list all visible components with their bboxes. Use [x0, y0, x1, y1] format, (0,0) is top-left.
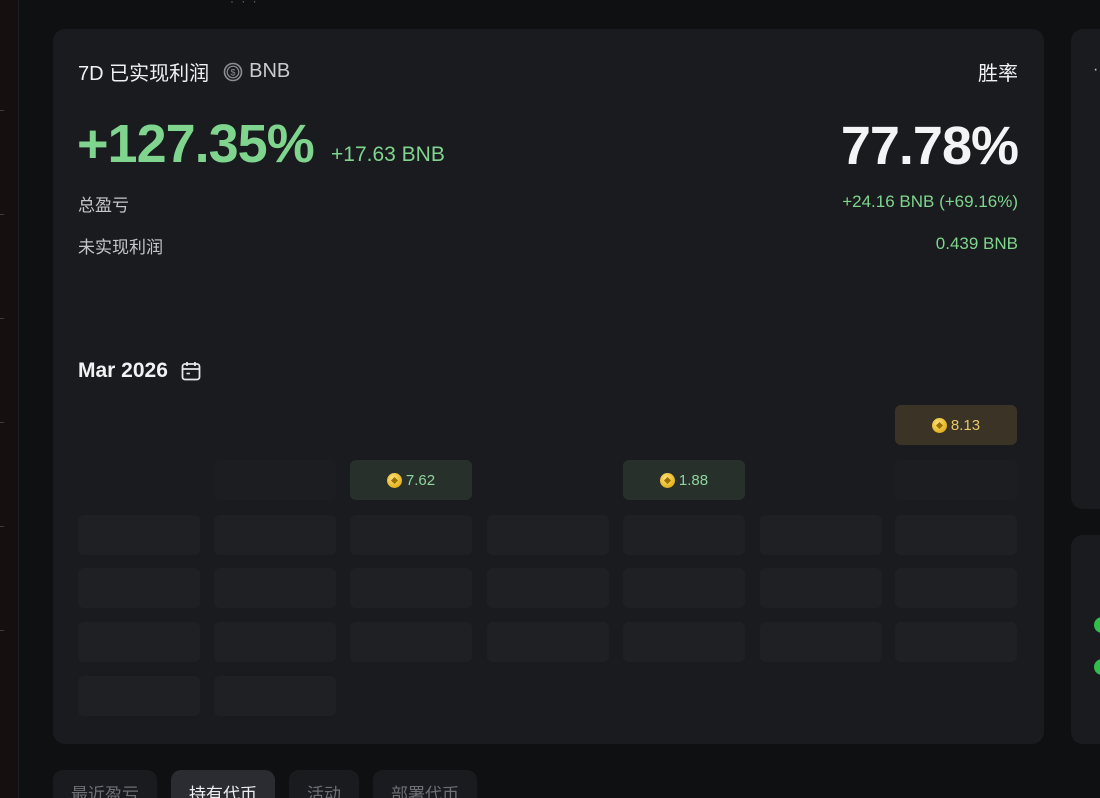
calendar-day[interactable]: [760, 622, 882, 662]
currency-label[interactable]: BNB: [249, 60, 290, 83]
calendar-day-value: 1.88: [678, 471, 709, 489]
calendar-day[interactable]: [895, 622, 1017, 662]
calendar-day[interactable]: [214, 515, 336, 555]
calendar-day[interactable]: [760, 568, 882, 608]
calendar-day[interactable]: [623, 515, 745, 555]
calendar-day[interactable]: [350, 568, 472, 608]
bnb-coin-icon: [931, 417, 947, 433]
tab-recent-pnl[interactable]: 最近盈亏: [53, 770, 157, 798]
calendar-day[interactable]: [78, 622, 200, 662]
calendar-day[interactable]: [214, 568, 336, 608]
right-panel-top: ·: [1071, 29, 1100, 509]
calendar-day-pnl[interactable]: 1.88: [623, 460, 745, 500]
calendar-day-value: 8.13: [950, 416, 981, 434]
calendar-day[interactable]: [487, 515, 609, 555]
bnb-coin-icon: [386, 472, 402, 488]
tab-holdings[interactable]: 持有代币: [171, 770, 275, 798]
win-rate-label: 胜率: [978, 63, 1018, 85]
pnl-header: 7D 已实现利润 $ BNB: [78, 57, 290, 86]
calendar-day-pnl[interactable]: 8.13: [895, 405, 1017, 445]
calendar-day[interactable]: [214, 676, 336, 716]
calendar-day[interactable]: [487, 622, 609, 662]
calendar-icon[interactable]: [180, 360, 202, 382]
tab-activity[interactable]: 活动: [289, 770, 359, 798]
calendar-day[interactable]: [623, 568, 745, 608]
calendar-day[interactable]: [760, 515, 882, 555]
status-dot: [1094, 659, 1100, 675]
calendar-month-label: Mar 2026: [78, 359, 168, 382]
dollar-coin-icon[interactable]: $: [223, 62, 243, 82]
calendar-day[interactable]: [78, 568, 200, 608]
calendar-day[interactable]: [487, 568, 609, 608]
bnb-coin-icon: [659, 472, 675, 488]
calendar-day[interactable]: [214, 622, 336, 662]
total-pnl-value: +24.16 BNB (+69.16%): [842, 192, 1018, 211]
calendar-day[interactable]: [78, 515, 200, 555]
calendar-day[interactable]: [895, 460, 1017, 500]
left-panel-edge: [0, 0, 19, 798]
calendar-day[interactable]: [623, 622, 745, 662]
calendar-day[interactable]: [895, 568, 1017, 608]
calendar-day[interactable]: [895, 515, 1017, 555]
top-edge-fragment: · · ·: [230, 0, 259, 8]
tab-deployed-tokens[interactable]: 部署代币: [373, 770, 477, 798]
win-rate-value: 77.78%: [840, 116, 1019, 176]
right-panel-bottom: [1071, 535, 1100, 744]
pnl-card: 7D 已实现利润 $ BNB 胜率 +127.35% +17.63 BNB 77…: [53, 29, 1044, 744]
calendar-day-pnl[interactable]: 7.62: [350, 460, 472, 500]
pnl-title: 7D 已实现利润: [78, 63, 210, 85]
calendar-day[interactable]: [78, 676, 200, 716]
realized-amount: +17.63 BNB: [331, 143, 445, 166]
calendar-day[interactable]: [350, 515, 472, 555]
calendar-day[interactable]: [350, 622, 472, 662]
svg-text:$: $: [231, 67, 236, 77]
calendar-month[interactable]: Mar 2026: [78, 359, 202, 383]
status-dot: [1094, 617, 1100, 633]
side-glyph: ·: [1093, 61, 1099, 78]
calendar-day-value: 7.62: [405, 471, 436, 489]
total-pnl-label: 总盈亏: [78, 196, 129, 215]
tab-bar: 最近盈亏 持有代币 活动 部署代币: [53, 770, 477, 798]
realized-pct: +127.35%: [77, 114, 315, 174]
calendar-day[interactable]: [214, 460, 336, 500]
unrealized-label: 未实现利润: [78, 238, 163, 257]
unrealized-value: 0.439 BNB: [935, 234, 1018, 253]
